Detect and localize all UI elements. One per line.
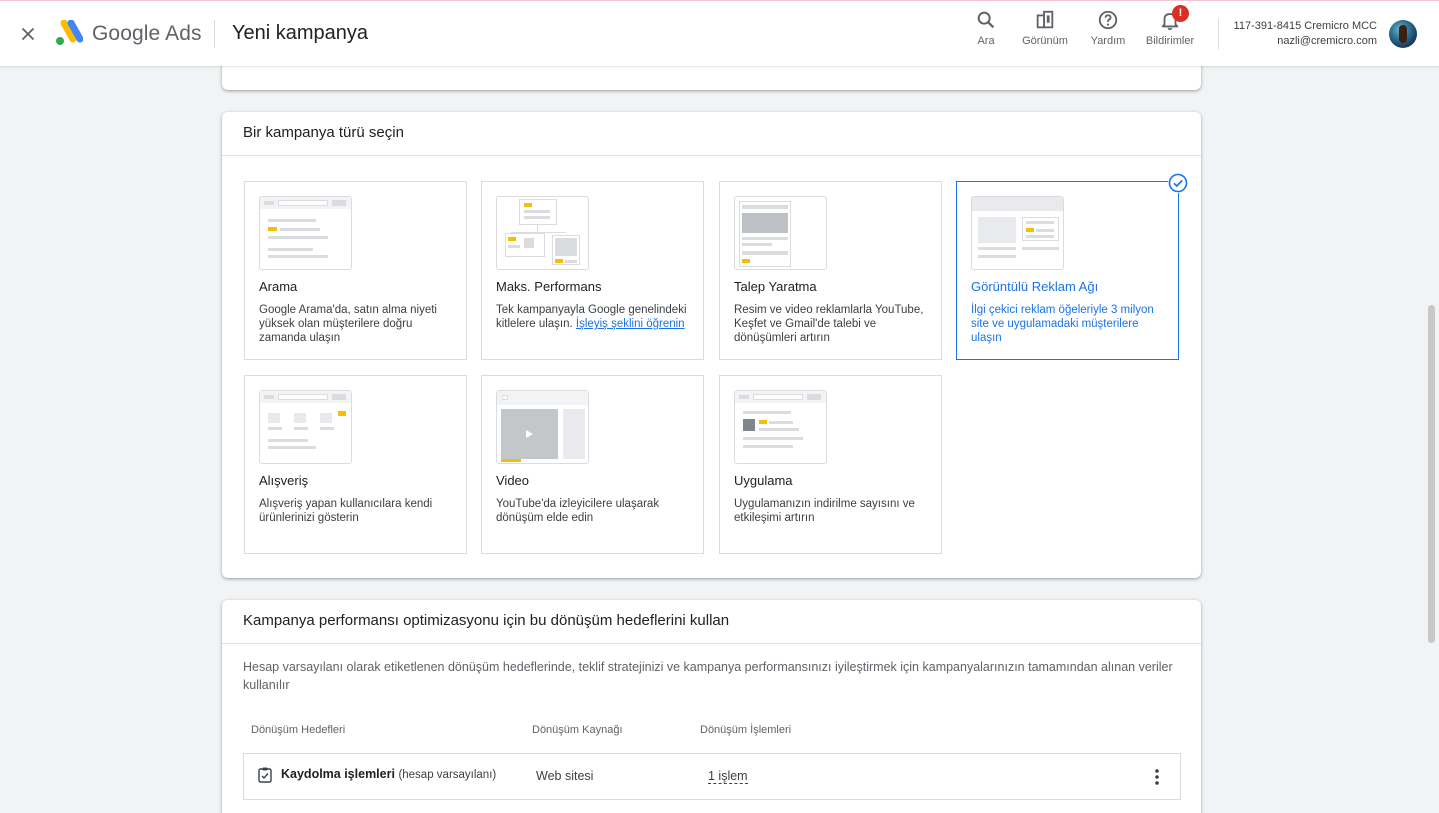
tile-description: İlgi çekici reklam öğeleriyle 3 milyon s… <box>971 304 1154 344</box>
tile-description: Google Arama'da, satın alma niyeti yükse… <box>259 304 437 344</box>
tile-description: Tek kampanyayla Google genelindeki kitle… <box>496 304 687 330</box>
tile-title: Video <box>496 473 530 488</box>
tile-description: Resim ve video reklamlarla YouTube, Keşf… <box>734 304 924 344</box>
tile-performance-max[interactable]: Maks. Performans Tek kampanyayla Google … <box>481 181 704 360</box>
tile-description: YouTube'da izleyicilere ulaşarak dönüşüm… <box>496 498 660 524</box>
more-vert-icon[interactable] <box>1148 766 1166 788</box>
avatar[interactable] <box>1389 20 1417 48</box>
google-ads-logo <box>56 20 83 45</box>
account-divider <box>1218 19 1219 49</box>
tile-title: Görüntülü Reklam Ağı <box>971 279 1099 294</box>
performance-max-illustration <box>496 196 589 270</box>
video-illustration <box>496 390 589 464</box>
demand-gen-illustration <box>734 196 827 270</box>
search-button[interactable]: Ara <box>972 9 1000 53</box>
tile-title: Alışveriş <box>259 473 309 488</box>
column-header-goals: Dönüşüm Hedefleri <box>251 724 346 736</box>
account-id: 117-391-8415 Cremicro MCC <box>1233 20 1377 32</box>
view-label: Görünüm <box>1022 35 1068 47</box>
close-icon[interactable] <box>17 23 39 45</box>
conversion-goals-description: Hesap varsayılanı olarak etiketlenen dön… <box>243 660 1173 692</box>
tile-display-network[interactable]: Görüntülü Reklam Ağı İlgi çekici reklam … <box>956 173 1188 360</box>
search-illustration <box>259 196 352 270</box>
appearance-button[interactable]: Görünüm <box>1018 9 1072 53</box>
brand-name: Google Ads <box>92 22 202 45</box>
view-icon <box>1036 10 1054 29</box>
column-header-actions: Dönüşüm İşlemleri <box>700 724 792 736</box>
tile-app[interactable]: Uygulama Uygulamanızın indirilme sayısın… <box>719 375 942 554</box>
search-icon <box>977 11 995 29</box>
notification-badge: ! <box>1172 5 1189 22</box>
conversion-goals-heading: Kampanya performansı optimizasyonu için … <box>222 600 1201 644</box>
tile-description: Alışveriş yapan kullanıcılara kendi ürün… <box>259 498 433 524</box>
account-email: nazli@cremicro.com <box>1277 35 1377 47</box>
campaign-type-heading: Bir kampanya türü seçin <box>222 112 1201 156</box>
tile-shopping[interactable]: Alışveriş Alışveriş yapan kullanıcılara … <box>244 375 467 554</box>
tile-title: Uygulama <box>734 473 793 488</box>
selected-check-icon <box>1168 173 1188 193</box>
display-network-illustration <box>971 196 1064 270</box>
goal-name: Kaydolma işlemleri (hesap varsayılanı) <box>281 767 497 781</box>
goal-source: Web sitesi <box>536 769 594 783</box>
page-title: Yeni kampanya <box>232 22 369 44</box>
conversion-goals-card: Kampanya performansı optimizasyonu için … <box>222 600 1201 813</box>
header-divider <box>214 20 215 48</box>
default-label: (hesap varsayılanı) <box>398 769 497 781</box>
tile-title: Talep Yaratma <box>734 279 817 294</box>
account-info[interactable]: 117-391-8415 Cremicro MCC nazli@cremicro… <box>1234 19 1377 49</box>
table-row: Kaydolma işlemleri (hesap varsayılanı) W… <box>243 753 1181 800</box>
tile-video[interactable]: Video YouTube'da izleyicilere ulaşarak d… <box>481 375 704 554</box>
tile-title: Maks. Performans <box>496 279 602 294</box>
help-button[interactable]: Yardım <box>1086 9 1130 53</box>
column-header-source: Dönüşüm Kaynağı <box>532 724 623 736</box>
notifications-button[interactable]: ! Bildirimler <box>1142 5 1198 53</box>
shopping-illustration <box>259 390 352 464</box>
goal-checklist-icon <box>258 767 272 783</box>
learn-how-link[interactable]: İşleyiş şeklini öğrenin <box>576 318 685 330</box>
tile-title: Arama <box>259 279 298 294</box>
top-app-bar: Google Ads Yeni kampanya Ara Görünüm Yar… <box>0 0 1439 66</box>
help-label: Yardım <box>1090 35 1126 47</box>
tile-description: Uygulamanızın indirilme sayısını ve etki… <box>734 498 915 524</box>
campaign-type-card: Bir kampanya türü seçin Arama Google Ara… <box>222 112 1201 578</box>
notifications-label: Bildirimler <box>1145 35 1195 47</box>
search-label: Ara <box>977 35 995 47</box>
tile-search[interactable]: Arama Google Arama'da, satın alma niyeti… <box>244 181 467 360</box>
tile-demand-gen[interactable]: Talep Yaratma Resim ve video reklamlarla… <box>719 181 942 360</box>
app-illustration <box>734 390 827 464</box>
goal-actions-link[interactable]: 1 işlem <box>708 769 748 784</box>
help-icon <box>1098 10 1118 30</box>
play-icon <box>526 430 533 438</box>
page-scrollbar[interactable] <box>1428 305 1435 643</box>
